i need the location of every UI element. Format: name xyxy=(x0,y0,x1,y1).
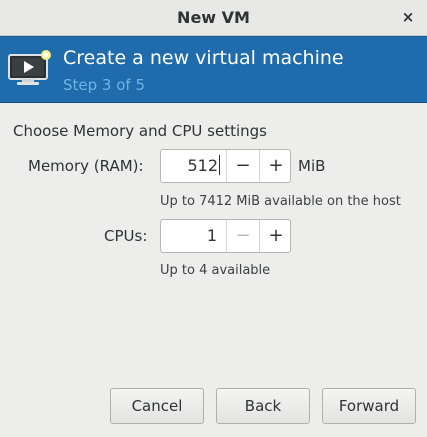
wizard-title: Create a new virtual machine xyxy=(63,47,344,69)
close-button[interactable]: × xyxy=(399,8,417,26)
memory-label: Memory (RAM): xyxy=(28,157,144,175)
forward-button[interactable]: Forward xyxy=(322,388,416,424)
text-cursor xyxy=(219,155,220,175)
cancel-button[interactable]: Cancel xyxy=(110,388,204,424)
back-button[interactable]: Back xyxy=(216,388,310,424)
memory-increment-button[interactable]: + xyxy=(259,150,290,182)
new-vm-dialog: New VM × Create a new virtual machine St… xyxy=(0,0,427,437)
window-title: New VM xyxy=(177,8,250,27)
section-title: Choose Memory and CPU settings xyxy=(13,122,267,140)
new-vm-monitor-icon xyxy=(8,50,51,85)
cpus-increment-button[interactable]: + xyxy=(259,220,290,252)
title-bar[interactable]: New VM × xyxy=(0,0,427,36)
cpus-label: CPUs: xyxy=(104,227,148,245)
cpus-spinbutton[interactable]: 1 − + xyxy=(160,219,291,253)
cpus-decrement-button[interactable]: − xyxy=(226,220,259,252)
memory-spinbutton[interactable]: 512 − + xyxy=(160,149,291,183)
memory-unit: MiB xyxy=(298,157,326,175)
wizard-header-banner: Create a new virtual machine Step 3 of 5 xyxy=(0,36,427,103)
memory-value: 512 xyxy=(187,156,218,175)
memory-value-field[interactable]: 512 xyxy=(161,150,226,182)
wizard-step-indicator: Step 3 of 5 xyxy=(63,76,146,94)
cpus-value-field[interactable]: 1 xyxy=(161,220,226,252)
memory-hint: Up to 7412 MiB available on the host xyxy=(160,194,401,209)
cpus-hint: Up to 4 available xyxy=(160,263,271,278)
cpus-value: 1 xyxy=(206,226,217,245)
memory-decrement-button[interactable]: − xyxy=(226,150,259,182)
